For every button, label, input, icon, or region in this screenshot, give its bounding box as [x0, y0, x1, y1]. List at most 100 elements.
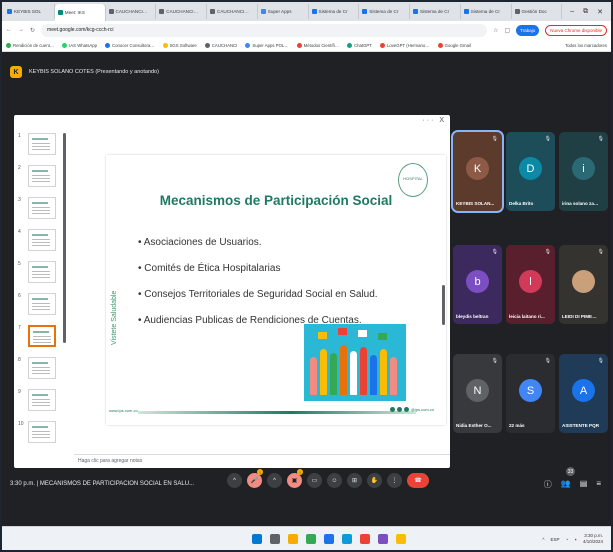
raise-hand-button[interactable]: ✋	[367, 473, 382, 488]
browser-tab[interactable]: Sistema de Cr	[461, 4, 512, 19]
profile-button[interactable]: Trabajo	[516, 24, 540, 36]
bookmark-item[interactable]: Super Apps POL…	[245, 42, 289, 48]
present-icon: ⊞	[351, 478, 358, 484]
emoji-button[interactable]: ☺	[327, 473, 342, 488]
photos-icon[interactable]	[378, 534, 388, 544]
thumb-body	[32, 143, 50, 150]
thumb-title	[32, 266, 48, 268]
slide-thumbnail[interactable]	[28, 421, 56, 443]
info-icon[interactable]: ⓘ	[544, 479, 552, 490]
bookmark-item[interactable]: SGS Software	[162, 42, 197, 48]
edge-icon[interactable]	[342, 534, 352, 544]
browser-tab[interactable]: CAUCHANCI…	[207, 4, 258, 19]
minimize-icon[interactable]: –	[570, 8, 574, 16]
browser-tab[interactable]: Sistema de Cr	[410, 4, 461, 19]
slide-thumbnail[interactable]	[28, 229, 56, 251]
mic-options-button[interactable]: ^	[227, 473, 242, 488]
tab-favicon-icon	[514, 9, 520, 14]
social-icon	[389, 407, 395, 412]
captions-icon: ▭	[311, 478, 318, 484]
camera-options-button[interactable]: ^	[267, 473, 282, 488]
url-input[interactable]: meet.google.com/kcg-ccch-rci	[41, 23, 488, 37]
app9-icon[interactable]	[396, 534, 406, 544]
browser-tab[interactable]: Super Apps	[258, 4, 309, 19]
more-button[interactable]: ⋮	[387, 473, 402, 488]
bookmark-item[interactable]: Rendición de cuent…	[6, 42, 54, 48]
participant-tile[interactable]: 🎙 S 22 más	[506, 354, 555, 433]
slide-thumbnail[interactable]	[28, 357, 56, 379]
address-bar-row: ← → ↻ meet.google.com/kcg-ccch-rci ☆ ▢ T…	[2, 21, 611, 39]
muted-mic-icon: 🎙	[491, 249, 498, 255]
back-icon[interactable]: ←	[6, 27, 12, 33]
start-icon[interactable]	[252, 534, 262, 544]
slide-bullet: • Consejos Territoriales de Seguridad So…	[138, 289, 378, 300]
extensions-icon[interactable]: ▢	[504, 27, 510, 34]
bookmark-item[interactable]: ChatGPT	[347, 42, 372, 48]
participant-tile[interactable]: 🎙 A ASISTENTE PQR	[559, 354, 608, 433]
clock[interactable]: 3:30 p.m. 4/10/2024	[583, 533, 603, 545]
activities-icon[interactable]: ≡	[596, 479, 601, 490]
bookmark-star-icon[interactable]: ☆	[493, 27, 498, 34]
bookmark-icon	[437, 42, 443, 48]
participant-tile[interactable]: 🎙 N Nidia Esther O...	[453, 354, 502, 433]
bookmark-label: IAS WhatsApp	[69, 42, 98, 48]
participant-tile[interactable]: 🎙 LEIDI DI PIME…	[559, 245, 608, 324]
bookmark-item[interactable]: Google Gmail	[437, 42, 471, 48]
slide-thumbnail[interactable]	[28, 165, 56, 187]
browser-tab[interactable]: CAUCHANCI…	[106, 4, 157, 19]
thumbnail-scrollbar[interactable]	[63, 133, 66, 343]
shared-presentation[interactable]: ··· X 1 2 3 4 5 6 7 8 9 10 HOSPITAL Mecanismos de…	[14, 115, 450, 468]
participant-tile[interactable]: 🎙 i irina solano za…	[559, 132, 608, 211]
thumb-title	[32, 362, 48, 364]
maximize-icon[interactable]: ⧉	[583, 8, 588, 16]
participant-tile[interactable]: 🎙 l leicia laitano ri...	[506, 245, 555, 324]
mic-button[interactable]: 🎤!	[247, 469, 263, 488]
wifi-icon[interactable]: ◔	[566, 537, 569, 542]
bookmark-item[interactable]: IAS WhatsApp	[62, 42, 98, 48]
slide-thumbnail[interactable]	[28, 133, 56, 155]
browser-tab[interactable]: Meet: IKS	[54, 4, 106, 21]
slide-thumbnail[interactable]	[28, 261, 56, 283]
update-button[interactable]: Nueva Chrome disponible	[545, 24, 607, 36]
slide-thumbnail[interactable]	[28, 325, 56, 347]
store-icon[interactable]	[324, 534, 334, 544]
participant-name: ASISTENTE PQR	[562, 423, 600, 428]
browser-tab[interactable]: Sistema de Cr	[359, 4, 410, 19]
browser-tab[interactable]: KEYBIS SOL	[4, 4, 55, 19]
participant-tile[interactable]: 🎙 b bleydis beltran	[453, 245, 502, 324]
chrome-icon[interactable]	[306, 534, 316, 544]
close-icon[interactable]: ✕	[597, 8, 603, 16]
chat-icon[interactable]: ▤	[580, 479, 588, 490]
teams-icon[interactable]	[360, 534, 370, 544]
slide-thumbnail[interactable]	[28, 197, 56, 219]
tray-chevron-icon[interactable]: ^	[542, 537, 544, 542]
participant-tile[interactable]: 🎙 D Delka Brito	[506, 132, 555, 211]
present-button[interactable]: ⊞	[347, 473, 362, 488]
volume-icon[interactable]: ◖	[574, 537, 577, 542]
files-icon[interactable]	[288, 534, 298, 544]
slide-thumbnail[interactable]	[28, 389, 56, 411]
slide-thumbnail[interactable]	[28, 293, 56, 315]
leave-button[interactable]: ☎	[407, 473, 429, 488]
bookmark-item[interactable]: CAUCHANCI	[204, 42, 237, 48]
participant-name: Nidia Esther O...	[456, 423, 492, 428]
camera-button[interactable]: ▣!	[287, 469, 303, 488]
presentation-menu[interactable]: ··· X	[422, 117, 446, 124]
browser-tab[interactable]: Sistema de Cr	[309, 4, 360, 19]
language[interactable]: ESP	[551, 537, 560, 542]
forward-icon[interactable]: →	[18, 27, 24, 33]
reload-icon[interactable]: ↻	[30, 27, 35, 34]
browser-tab[interactable]: CAUCHANCI…	[156, 4, 207, 19]
speaker-notes[interactable]: Haga clic para agregar notas	[74, 454, 450, 468]
people-icon[interactable]: 👥	[561, 479, 571, 490]
slide-scrollbar[interactable]	[442, 285, 445, 325]
thumbnail-number: 9	[18, 389, 21, 395]
participant-tile[interactable]: 🎙 K KEYBIS SOLAN...	[451, 130, 504, 213]
bookmark-item[interactable]: Métodos Científi…	[296, 42, 339, 48]
bookmark-item[interactable]: LoveGPT (Hermano…	[379, 42, 430, 48]
browser-tab[interactable]: Gestión Doc	[512, 4, 563, 19]
all-bookmarks[interactable]: Todos los marcadores	[565, 43, 607, 48]
captions-button[interactable]: ▭	[307, 473, 322, 488]
bookmark-item[interactable]: Conocer Consultora…	[105, 42, 155, 48]
search-icon[interactable]	[270, 534, 280, 544]
